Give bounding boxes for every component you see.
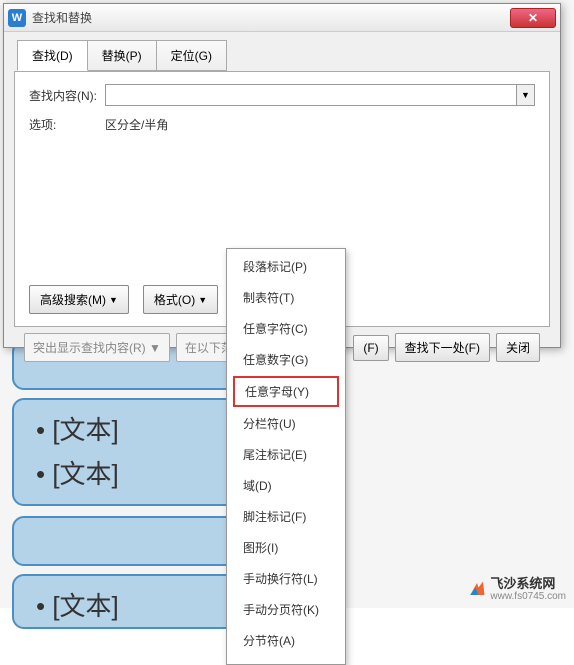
menu-item-any-char[interactable]: 任意字符(C) <box>227 313 345 344</box>
menu-item-graphic[interactable]: 图形(I) <box>227 532 345 563</box>
menu-item-paragraph-mark[interactable]: 段落标记(P) <box>227 251 345 282</box>
highlight-label: 突出显示查找内容(R) <box>33 341 146 355</box>
find-next-button[interactable]: 查找下一处(F) <box>395 333 490 362</box>
watermark: 飞沙系统网 www.fs0745.com <box>468 577 566 602</box>
titlebar[interactable]: W 查找和替换 ✕ <box>4 4 560 32</box>
advanced-label: 高级搜索(M) <box>40 291 106 308</box>
menu-item-section-break[interactable]: 分节符(A) <box>227 625 345 656</box>
options-label: 选项: <box>29 116 105 133</box>
menu-item-any-digit[interactable]: 任意数字(G) <box>227 344 345 375</box>
watermark-url: www.fs0745.com <box>490 591 566 602</box>
tab-goto[interactable]: 定位(G) <box>156 40 227 71</box>
menu-item-field[interactable]: 域(D) <box>227 470 345 501</box>
chevron-down-icon: ▼ <box>198 295 207 305</box>
find-input[interactable] <box>105 84 517 106</box>
chevron-down-icon: ▼ <box>109 295 118 305</box>
menu-item-column-break[interactable]: 分栏符(U) <box>227 408 345 439</box>
option-value: 区分全/半角 <box>105 116 168 133</box>
menu-item-tab-char[interactable]: 制表符(T) <box>227 282 345 313</box>
tab-replace[interactable]: 替换(P) <box>87 40 157 71</box>
menu-item-manual-pagebreak[interactable]: 手动分页符(K) <box>227 594 345 625</box>
format-label: 格式(O) <box>154 291 195 308</box>
special-format-menu: 段落标记(P) 制表符(T) 任意字符(C) 任意数字(G) 任意字母(Y) 分… <box>226 248 346 665</box>
close-icon: ✕ <box>528 11 538 25</box>
watermark-title: 飞沙系统网 <box>490 577 566 591</box>
app-icon: W <box>8 9 26 27</box>
menu-item-manual-linebreak[interactable]: 手动换行符(L) <box>227 563 345 594</box>
format-button[interactable]: 格式(O) ▼ <box>143 285 218 314</box>
find-prev-button[interactable]: (F) <box>353 335 388 361</box>
tab-find[interactable]: 查找(D) <box>17 40 88 71</box>
menu-item-footnote-mark[interactable]: 脚注标记(F) <box>227 501 345 532</box>
menu-item-any-letter[interactable]: 任意字母(Y) <box>233 376 339 407</box>
close-button[interactable]: ✕ <box>510 8 556 28</box>
dialog-title: 查找和替换 <box>32 9 92 26</box>
advanced-search-button[interactable]: 高级搜索(M) ▼ <box>29 285 129 314</box>
watermark-icon <box>468 580 486 598</box>
tab-bar: 查找(D) 替换(P) 定位(G) <box>17 39 550 70</box>
find-content-label: 查找内容(N): <box>29 87 105 104</box>
find-dropdown-arrow[interactable]: ▼ <box>517 84 535 106</box>
menu-item-endnote-mark[interactable]: 尾注标记(E) <box>227 439 345 470</box>
close-dialog-button[interactable]: 关闭 <box>496 333 540 362</box>
highlight-results-button[interactable]: 突出显示查找内容(R) ▼ <box>24 333 170 362</box>
